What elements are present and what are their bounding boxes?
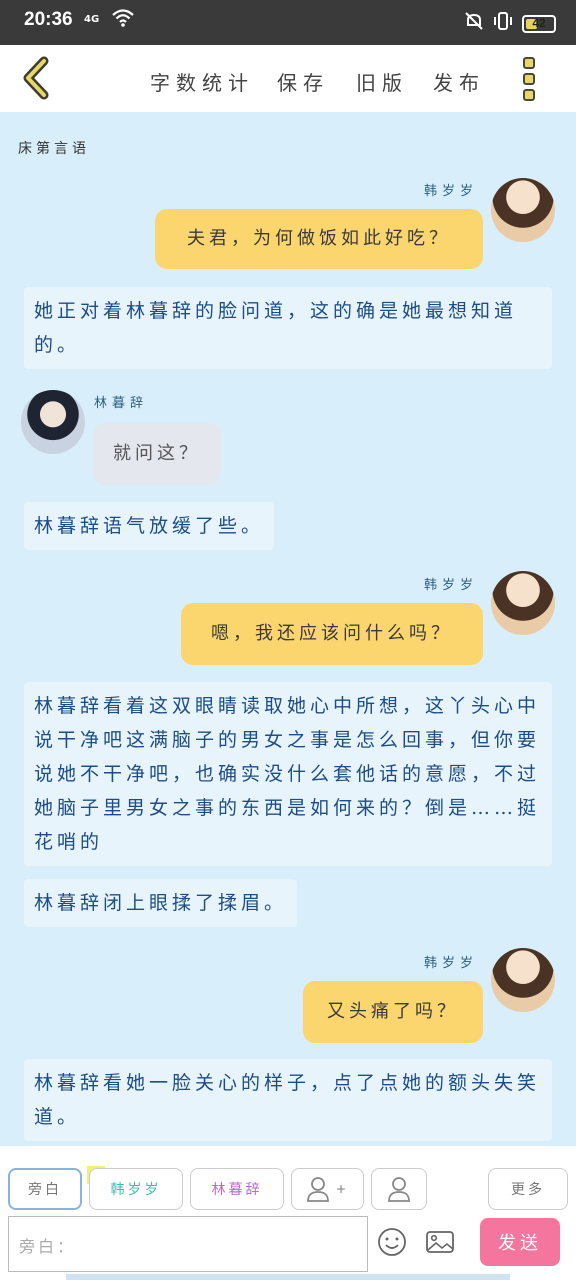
- speaker-name: 韩岁岁: [424, 184, 479, 199]
- old-version-button[interactable]: 旧版: [356, 67, 408, 96]
- word-count-button[interactable]: 字数统计: [150, 67, 254, 96]
- narration-block[interactable]: 林暮辞看她一脸关心的样子，点了点她的额头失笑道。: [24, 1059, 552, 1141]
- mute-icon: [464, 11, 484, 36]
- save-button[interactable]: 保存: [277, 67, 329, 96]
- speaker-name: 韩岁岁: [424, 578, 479, 593]
- narration-block[interactable]: 她正对着林暮辞的脸问道，这的确是她最想知道的。: [24, 287, 552, 369]
- image-icon[interactable]: [424, 1226, 456, 1258]
- speaker-name: 韩岁岁: [424, 956, 479, 971]
- avatar[interactable]: [491, 948, 555, 1012]
- role-narrator-button[interactable]: 旁白: [8, 1168, 82, 1210]
- avatar[interactable]: [491, 571, 555, 635]
- chat-bubble[interactable]: 就问这？: [93, 423, 221, 485]
- wifi-icon: [112, 9, 134, 32]
- chat-bubble[interactable]: 嗯，我还应该问什么吗？: [181, 603, 483, 665]
- back-icon[interactable]: [18, 55, 58, 101]
- speaker-name: 林暮辞: [94, 396, 149, 411]
- narration-block[interactable]: 林暮辞语气放缓了些。: [24, 502, 275, 550]
- role-linmuci-button[interactable]: 林暮辞: [190, 1168, 284, 1210]
- input-panel: 旁白 主 韩岁岁 林暮辞 + 更多 旁白： 发送: [0, 1146, 576, 1280]
- person-icon: [388, 1177, 410, 1202]
- signal-label: 4G: [84, 14, 100, 25]
- status-time: 20:36: [24, 9, 73, 30]
- emoji-icon[interactable]: [376, 1226, 408, 1258]
- battery-icon: 42: [522, 14, 556, 33]
- add-role-button[interactable]: +: [291, 1168, 364, 1210]
- add-person-icon: [307, 1177, 329, 1202]
- chat-bubble[interactable]: 夫君，为何做饭如此好吃？: [155, 209, 483, 269]
- message-input[interactable]: 旁白：: [8, 1216, 368, 1272]
- gesture-bar: [66, 1274, 510, 1280]
- top-toolbar: 字数统计 保存 旧版 发布: [0, 45, 576, 112]
- role-hansuisui-button[interactable]: 韩岁岁: [89, 1168, 183, 1210]
- narration-block[interactable]: 林暮辞看着这双眼睛读取她心中所想，这丫头心中说干净吧这满脑子的男女之事是怎么回事…: [24, 682, 552, 866]
- narration-block[interactable]: 林暮辞闭上眼揉了揉眉。: [24, 879, 298, 927]
- send-button[interactable]: 发送: [480, 1218, 560, 1266]
- more-menu-icon[interactable]: [521, 57, 537, 103]
- more-button[interactable]: 更多: [488, 1168, 568, 1210]
- avatar[interactable]: [21, 390, 85, 454]
- chapter-heading: 床第言语: [18, 141, 90, 157]
- chat-bubble[interactable]: 又头痛了吗？: [303, 981, 483, 1043]
- avatar[interactable]: [491, 178, 555, 242]
- chat-area[interactable]: 床第言语 韩岁岁 夫君，为何做饭如此好吃？ 她正对着林暮辞的脸问道，这的确是她最…: [0, 112, 576, 1146]
- vibrate-icon: [492, 11, 514, 36]
- role-select-button[interactable]: [371, 1168, 427, 1210]
- status-bar: 20:36 4G 42: [0, 0, 576, 45]
- battery-level: 42: [532, 15, 546, 30]
- plus-symbol: +: [335, 1182, 350, 1196]
- publish-button[interactable]: 发布: [433, 67, 485, 96]
